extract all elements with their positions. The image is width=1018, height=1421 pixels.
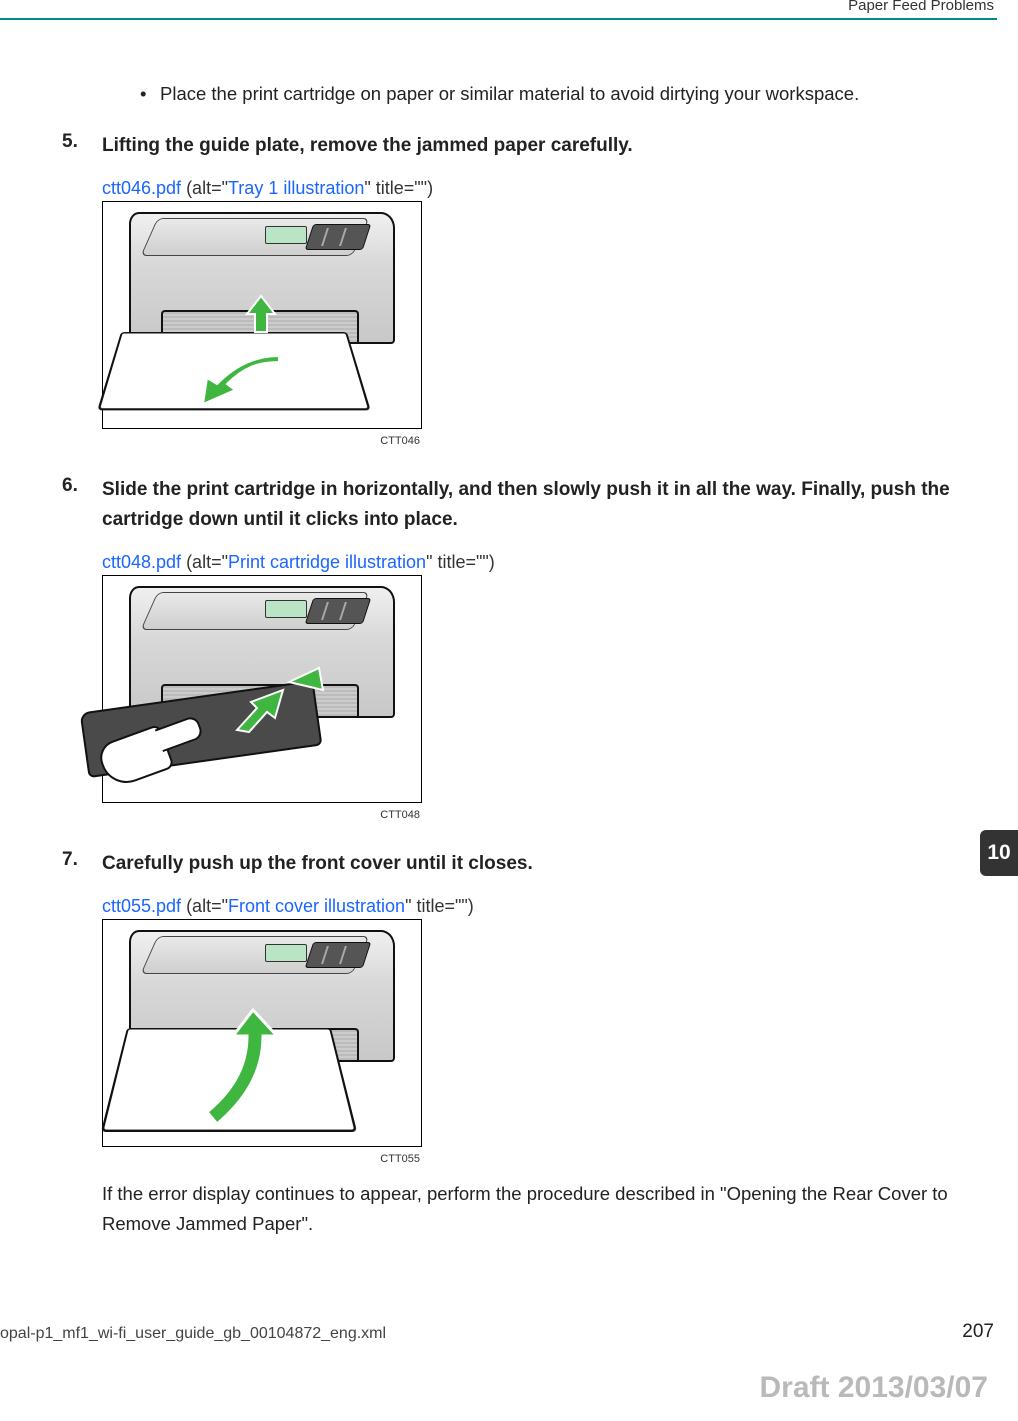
figure-code: CTT048 <box>102 809 420 821</box>
sub-bullet: Place the print cartridge on paper or si… <box>134 80 956 109</box>
page-number: 207 <box>962 1321 994 1343</box>
content-area: Place the print cartridge on paper or si… <box>62 80 956 1267</box>
caption-post: " title="") <box>364 178 433 198</box>
figure-file-link[interactable]: ctt055.pdf <box>102 896 181 916</box>
keypad-icon <box>305 224 371 250</box>
keypad-icon <box>305 598 371 624</box>
step-6: 6. Slide the print cartridge in horizont… <box>62 475 956 821</box>
step-title: Slide the print cartridge in horizontall… <box>102 475 956 534</box>
chapter-tab: 10 <box>980 830 1018 876</box>
figure-insert-cartridge <box>102 575 422 803</box>
printer-body-icon <box>129 212 395 344</box>
figure-alt: Print cartridge illustration <box>228 552 426 572</box>
figure-caption: ctt048.pdf (alt="Print cartridge illustr… <box>102 552 956 573</box>
document-page: Paper Feed Problems 10 Place the print c… <box>0 0 1018 1421</box>
step-title: Carefully push up the front cover until … <box>102 849 956 878</box>
step-5: 5. Lifting the guide plate, remove the j… <box>62 131 956 447</box>
step-note: If the error display continues to appear… <box>102 1179 956 1238</box>
caption-pre: (alt=" <box>181 896 228 916</box>
keypad-icon <box>305 942 371 968</box>
figure-alt: Front cover illustration <box>228 896 405 916</box>
header-rule <box>0 18 997 20</box>
step-number: 5. <box>62 131 78 153</box>
step-number: 7. <box>62 849 78 871</box>
lcd-icon <box>265 944 307 962</box>
step-7: 7. Carefully push up the front cover unt… <box>62 849 956 1239</box>
figure-code: CTT046 <box>102 435 420 447</box>
figure-caption: ctt055.pdf (alt="Front cover illustratio… <box>102 896 956 917</box>
paper-tray-icon <box>97 332 370 410</box>
caption-pre: (alt=" <box>181 552 228 572</box>
figure-tray-jam <box>102 201 422 429</box>
step-title: Lifting the guide plate, remove the jamm… <box>102 131 956 160</box>
steps-list: 5. Lifting the guide plate, remove the j… <box>62 131 956 1239</box>
front-cover-icon <box>101 1028 357 1132</box>
figure-code: CTT055 <box>102 1153 420 1165</box>
figure-file-link[interactable]: ctt046.pdf <box>102 178 181 198</box>
source-file-name: opal-p1_mf1_wi-fi_user_guide_gb_00104872… <box>0 1325 386 1343</box>
lcd-icon <box>265 226 307 244</box>
bullet-text: Place the print cartridge on paper or si… <box>160 83 859 104</box>
figure-file-link[interactable]: ctt048.pdf <box>102 552 181 572</box>
lcd-icon <box>265 600 307 618</box>
figure-close-cover <box>102 919 422 1147</box>
caption-post: " title="") <box>405 896 474 916</box>
figure-alt: Tray 1 illustration <box>228 178 364 198</box>
caption-post: " title="") <box>426 552 495 572</box>
page-footer: opal-p1_mf1_wi-fi_user_guide_gb_00104872… <box>0 1321 994 1343</box>
page-header-title: Paper Feed Problems <box>848 0 994 14</box>
draft-stamp: Draft 2013/03/07 <box>760 1371 989 1405</box>
chapter-number: 10 <box>987 841 1010 865</box>
figure-caption: ctt046.pdf (alt="Tray 1 illustration" ti… <box>102 178 956 199</box>
step-number: 6. <box>62 475 78 497</box>
caption-pre: (alt=" <box>181 178 228 198</box>
